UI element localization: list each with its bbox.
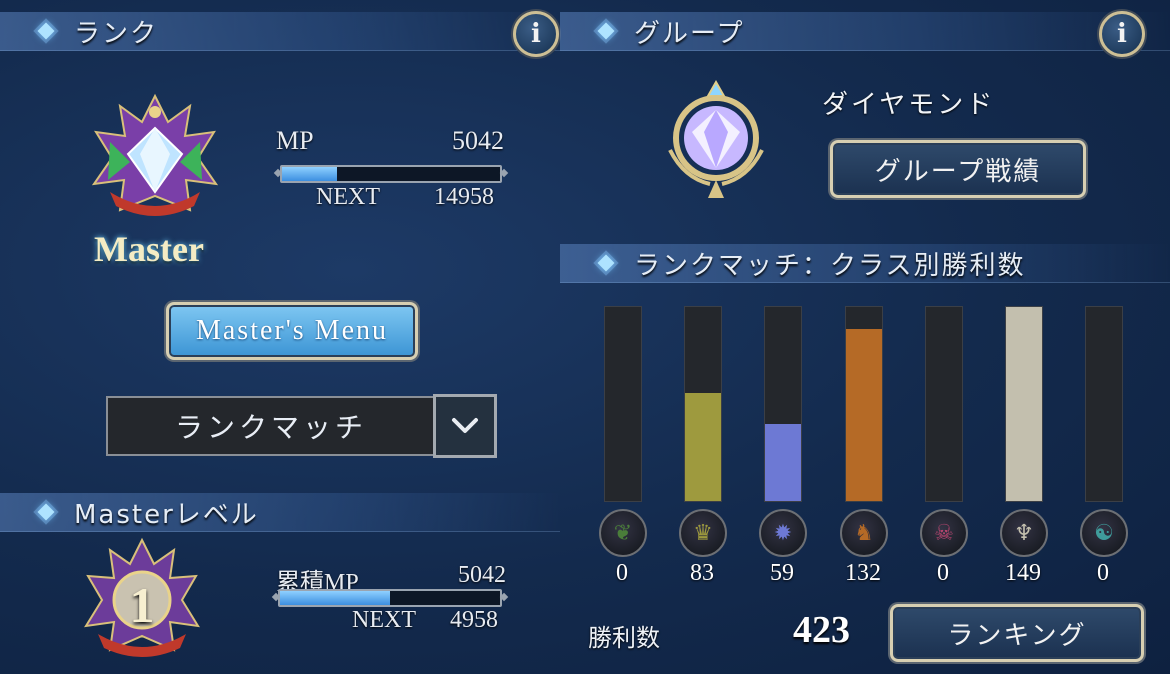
total-wins-value: 423 [793, 609, 850, 651]
rank-info-button[interactable]: i [513, 11, 559, 57]
class-win-count-runecraft: 59 [770, 560, 794, 586]
level-next-label: NEXT [352, 607, 416, 633]
group-info-button[interactable]: i [1099, 11, 1145, 57]
class-win-count-bloodcraft: 149 [1005, 560, 1041, 586]
class-win-count-dragoncraft: 132 [845, 560, 881, 586]
class-win-count-shadowcraft: 0 [937, 560, 949, 586]
cumulative-mp-value: 5042 [458, 562, 506, 588]
rune-star-icon: ✹ [759, 509, 807, 557]
master-level-emblem-icon: 1 [82, 536, 202, 664]
class-wins-header: ランクマッチ：クラス別勝利数 [560, 244, 1170, 283]
class-bar-track-dragoncraft [845, 306, 883, 502]
match-mode-dropdown-button[interactable] [433, 394, 497, 458]
next-value: 14958 [434, 184, 494, 210]
master-rank-emblem-icon [90, 92, 220, 224]
diamond-bullet-icon [597, 254, 615, 272]
master-level-header: Masterレベル [0, 493, 560, 532]
diamond-bullet-icon [37, 503, 55, 521]
rank-header: ランク [0, 12, 560, 51]
group-name: ダイヤモンド [822, 90, 996, 120]
group-header-title: グループ [634, 18, 745, 49]
class-bar-track-shadowcraft [925, 306, 963, 502]
masters-menu-button[interactable]: Master's Menu [166, 302, 418, 360]
rank-name: Master [94, 229, 204, 269]
diamond-bullet-icon [597, 22, 615, 40]
ranking-button[interactable]: ランキング [890, 604, 1144, 662]
cumulative-mp-progress-bar [278, 589, 502, 607]
diamond-bullet-icon [37, 22, 55, 40]
mp-progress-fill [282, 167, 337, 181]
wins-label: 勝利数 [588, 624, 660, 652]
master-level-number: 1 [129, 577, 155, 633]
mp-progress-bar [280, 165, 502, 183]
haven-sigil-icon: ☯ [1080, 509, 1128, 557]
class-bar-bloodcraft [1006, 307, 1042, 501]
class-bar-track-forestcraft [604, 306, 642, 502]
bat-wing-icon: ♆ [1000, 509, 1048, 557]
group-header: グループ [560, 12, 1170, 51]
next-label: NEXT [316, 184, 380, 210]
class-win-count-forestcraft: 0 [616, 560, 628, 586]
group-results-button[interactable]: グループ戦績 [830, 140, 1086, 198]
mp-value: 5042 [452, 126, 504, 155]
class-wins-header-title: ランクマッチ：クラス別勝利数 [634, 250, 1026, 281]
class-bar-track-bloodcraft [1005, 306, 1043, 502]
mp-label: MP [276, 126, 314, 155]
skull-icon: ☠ [920, 509, 968, 557]
cumulative-mp-progress-fill [280, 591, 390, 605]
dragon-icon: ♞ [840, 509, 888, 557]
diamond-group-emblem-icon [664, 79, 768, 200]
class-bar-track-runecraft [764, 306, 802, 502]
chevron-down-icon [452, 418, 478, 433]
leaf-icon: ❦ [599, 509, 647, 557]
rank-header-title: ランク [74, 18, 159, 49]
class-win-count-swordcraft: 83 [690, 560, 714, 586]
match-mode-select[interactable]: ランクマッチ [106, 396, 436, 456]
class-bar-runecraft [765, 424, 801, 501]
class-bar-track-havencraft [1085, 306, 1123, 502]
crown-icon: ♛ [679, 509, 727, 557]
class-bar-dragoncraft [846, 329, 882, 501]
class-win-count-havencraft: 0 [1097, 560, 1109, 586]
class-bar-track-swordcraft [684, 306, 722, 502]
master-level-header-title: Masterレベル [74, 499, 259, 530]
class-bar-swordcraft [685, 392, 721, 501]
level-next-value: 4958 [450, 607, 498, 633]
